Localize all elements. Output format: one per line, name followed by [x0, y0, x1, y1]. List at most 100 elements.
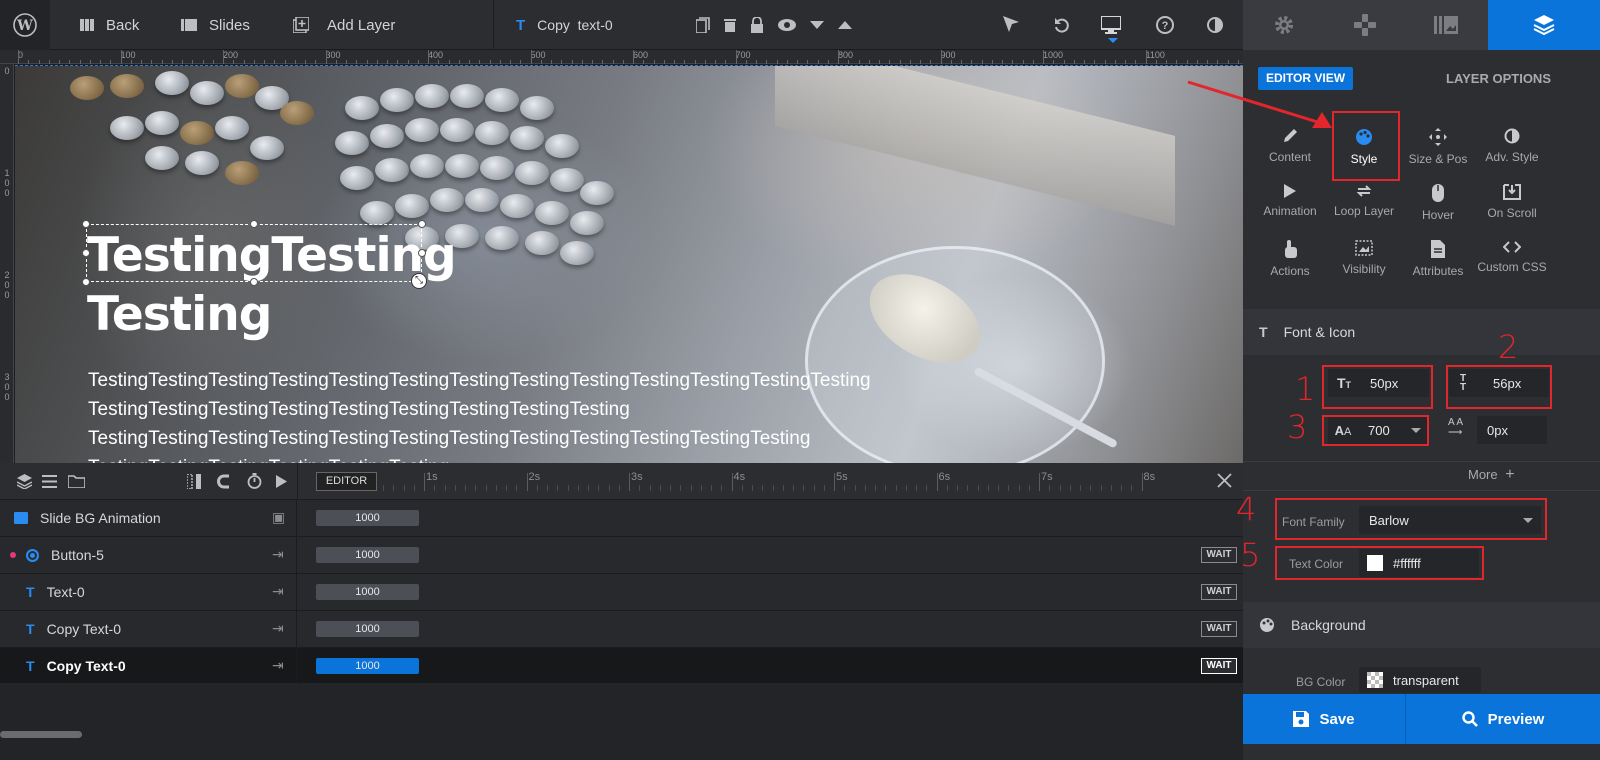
timeline-row-name[interactable]: Button-5 — [0, 537, 297, 573]
editor-marker[interactable]: EDITOR — [316, 472, 377, 491]
lock-icon[interactable] — [750, 17, 764, 33]
tab-loop-layer[interactable]: Loop Layer — [1328, 184, 1400, 218]
font-icon-section-header[interactable]: T Font & Icon — [1243, 309, 1600, 355]
save-button[interactable]: Save — [1243, 694, 1405, 744]
search-icon — [1461, 711, 1478, 727]
animation-duration-bar[interactable]: 1000 — [316, 584, 419, 600]
timeline-row[interactable]: T Copy Text-0 ⇥ 1000 WAIT — [0, 611, 1243, 648]
timeline-row[interactable]: T Text-0 ⇥ 1000 WAIT — [0, 574, 1243, 611]
wait-badge[interactable]: WAIT — [1201, 547, 1237, 563]
close-icon[interactable] — [1217, 473, 1232, 488]
tab-adv-style[interactable]: Adv. Style — [1476, 128, 1548, 164]
preview-button[interactable]: Preview — [1406, 694, 1600, 744]
vial-cap — [545, 134, 579, 158]
animation-duration-bar[interactable]: 1000 — [316, 621, 419, 637]
resize-handle[interactable] — [418, 220, 426, 228]
letter-spacing-icon: A A ⟶ — [1448, 417, 1464, 438]
resize-handle[interactable] — [82, 278, 90, 286]
text-layer-icon: T — [26, 621, 35, 637]
undo-button[interactable] — [1054, 0, 1070, 50]
timeline-row-name[interactable]: Slide BG Animation — [0, 500, 297, 536]
align-end-icon[interactable]: ⇥ — [272, 546, 284, 563]
pointer-hand-icon — [1285, 240, 1297, 258]
ruler-label: 900 — [940, 50, 956, 60]
duplicate-icon[interactable] — [696, 17, 710, 33]
layer-options-label[interactable]: LAYER OPTIONS — [1446, 71, 1551, 86]
add-layer-icon — [293, 17, 309, 33]
list-icon[interactable] — [42, 475, 57, 488]
current-layer-selector[interactable]: T Copy text-0 — [516, 0, 613, 50]
layer-selection-box[interactable]: ⤡ — [82, 220, 427, 289]
layers-icon[interactable] — [17, 474, 32, 489]
resize-handle[interactable] — [82, 249, 90, 257]
timeline-row[interactable]: Button-5 ⇥ 1000 WAIT — [0, 537, 1243, 574]
bg-color-picker[interactable]: transparent — [1359, 667, 1481, 693]
tab-layers[interactable] — [1488, 0, 1600, 50]
wait-badge[interactable]: WAIT — [1201, 658, 1237, 674]
split-icon[interactable] — [187, 474, 201, 489]
background-section-header[interactable]: Background — [1243, 602, 1600, 648]
resize-handle[interactable] — [82, 220, 90, 228]
font-icon-title: Font & Icon — [1283, 324, 1356, 340]
caret-down-icon[interactable] — [810, 21, 824, 29]
text-icon: T — [1259, 324, 1268, 340]
resize-cursor-icon[interactable]: ⤡ — [411, 273, 427, 289]
play-icon[interactable] — [276, 475, 287, 488]
time-tick-label: 4s — [733, 471, 746, 483]
animation-duration-bar[interactable]: 1000 — [316, 510, 419, 526]
eye-icon[interactable] — [778, 19, 796, 31]
tab-navigation[interactable] — [1324, 0, 1405, 50]
tab-custom-css[interactable]: Custom CSS — [1476, 240, 1548, 274]
timeline-row-name[interactable]: T Text-0 — [0, 574, 297, 610]
timeline-row[interactable]: T Copy Text-0 ⇥ 1000 WAIT — [0, 648, 1243, 685]
magnet-icon[interactable] — [217, 474, 232, 489]
tab-visibility[interactable]: Visibility — [1328, 240, 1400, 276]
tab-hover[interactable]: Hover — [1402, 184, 1474, 222]
timeline-row-name[interactable]: T Copy Text-0 — [0, 611, 297, 647]
slide-canvas[interactable]: TestingTesting Testing ⤡ TestingTestingT… — [15, 65, 1243, 463]
tab-slide-media[interactable] — [1405, 0, 1486, 50]
add-layer-label: Add Layer — [327, 16, 396, 34]
wait-badge[interactable]: WAIT — [1201, 621, 1237, 637]
tab-attributes[interactable]: Attributes — [1402, 240, 1474, 278]
wait-badge[interactable]: WAIT — [1201, 584, 1237, 600]
time-tick-label: 3s — [631, 471, 643, 483]
tab-settings[interactable] — [1243, 0, 1324, 50]
wordpress-logo-button[interactable]: W — [0, 0, 50, 50]
background-title: Background — [1291, 617, 1366, 633]
slides-button[interactable]: Slides — [181, 0, 250, 50]
paragraph-layer[interactable]: TestingTestingTestingTestingTestingTesti… — [88, 366, 988, 463]
add-layer-button[interactable]: Add Layer — [293, 0, 395, 50]
caret-up-icon[interactable] — [838, 21, 852, 29]
align-end-icon[interactable]: ⇥ — [272, 657, 284, 674]
option-label: On Scroll — [1487, 206, 1537, 220]
letter-spacing-field[interactable]: 0px — [1477, 416, 1547, 444]
mouse-icon — [1432, 184, 1444, 202]
align-end-icon[interactable]: ⇥ — [272, 583, 284, 600]
align-end-icon[interactable]: ⇥ — [272, 620, 284, 637]
select-tool-button[interactable] — [1003, 0, 1019, 50]
stopwatch-icon[interactable] — [247, 473, 262, 489]
folder-icon[interactable] — [68, 475, 85, 488]
trash-icon[interactable] — [724, 18, 736, 32]
ruler-label: 1000 — [1043, 50, 1064, 60]
help-button[interactable]: ? — [1156, 0, 1174, 50]
back-button[interactable]: Back — [80, 0, 139, 50]
tab-on-scroll[interactable]: On Scroll — [1476, 184, 1548, 220]
option-label: Content — [1268, 150, 1312, 164]
media-icon[interactable]: ▣ — [272, 509, 285, 526]
horizontal-scrollbar[interactable] — [0, 731, 82, 738]
tab-size-pos[interactable]: Size & Pos — [1402, 128, 1474, 166]
animation-duration-bar[interactable]: 1000 — [316, 547, 419, 563]
timeline-row[interactable]: Slide BG Animation ▣ 1000 — [0, 500, 1243, 537]
tab-actions[interactable]: Actions — [1254, 240, 1326, 278]
resize-handle[interactable] — [418, 249, 426, 257]
layers-icon — [1533, 15, 1555, 36]
timeline-row-name[interactable]: T Copy Text-0 — [0, 648, 297, 684]
tab-animation[interactable]: Animation — [1254, 184, 1326, 218]
more-options-button[interactable]: More + — [1468, 466, 1515, 484]
contrast-button[interactable] — [1207, 0, 1223, 50]
resize-handle[interactable] — [250, 278, 258, 286]
animation-duration-bar[interactable]: 1000 — [316, 658, 419, 674]
resize-handle[interactable] — [250, 220, 258, 228]
